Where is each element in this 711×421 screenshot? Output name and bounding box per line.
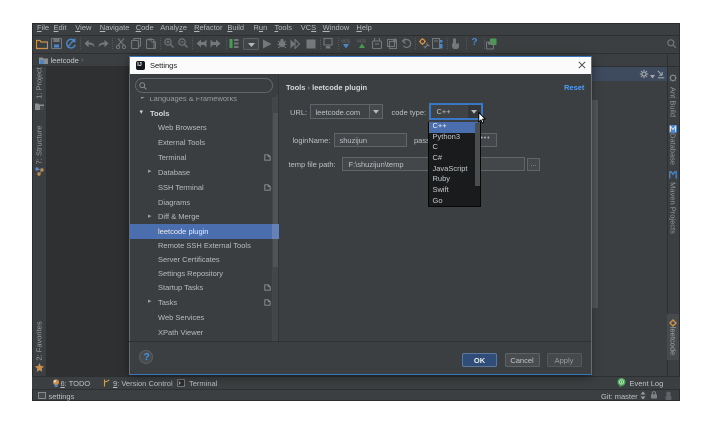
svg-text:VCS: VCS	[341, 39, 350, 44]
svg-text:VCS: VCS	[357, 39, 366, 44]
